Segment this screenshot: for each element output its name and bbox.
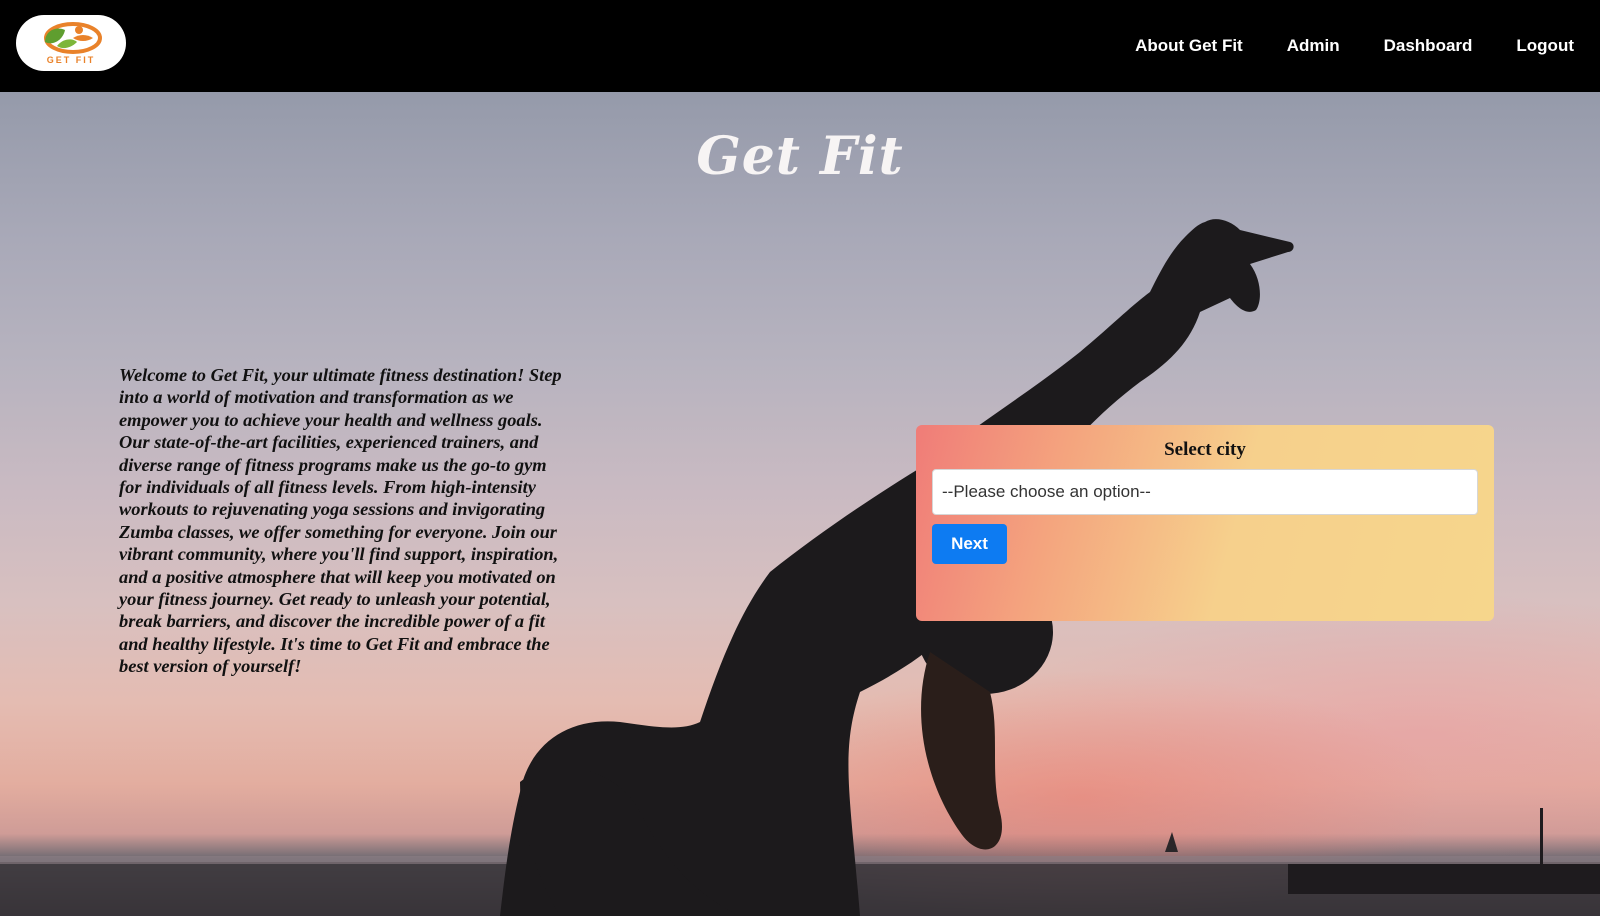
nav-logout[interactable]: Logout (1516, 36, 1574, 56)
select-city-card: Select city --Please choose an option-- … (916, 425, 1494, 621)
hero-section: Get Fit Welcome to Get Fit, your ultimat… (0, 92, 1600, 916)
logo-text: GET FIT (47, 55, 96, 65)
page-title: Get Fit (696, 126, 904, 187)
nav-about-get-fit[interactable]: About Get Fit (1135, 36, 1243, 56)
select-city-label: Select city (1164, 439, 1246, 460)
city-select[interactable]: --Please choose an option-- (932, 469, 1478, 515)
city-select-value: --Please choose an option-- (942, 482, 1151, 501)
get-fit-logo-icon[interactable]: GET FIT (16, 15, 126, 71)
nav-admin[interactable]: Admin (1287, 36, 1340, 56)
intro-paragraph: Welcome to Get Fit, your ultimate fitnes… (119, 365, 562, 677)
next-button[interactable]: Next (932, 524, 1007, 564)
navbar: GET FIT About Get Fit Admin Dashboard Lo… (0, 0, 1600, 92)
nav-links: About Get Fit Admin Dashboard Logout (1091, 0, 1574, 92)
nav-dashboard[interactable]: Dashboard (1384, 36, 1473, 56)
